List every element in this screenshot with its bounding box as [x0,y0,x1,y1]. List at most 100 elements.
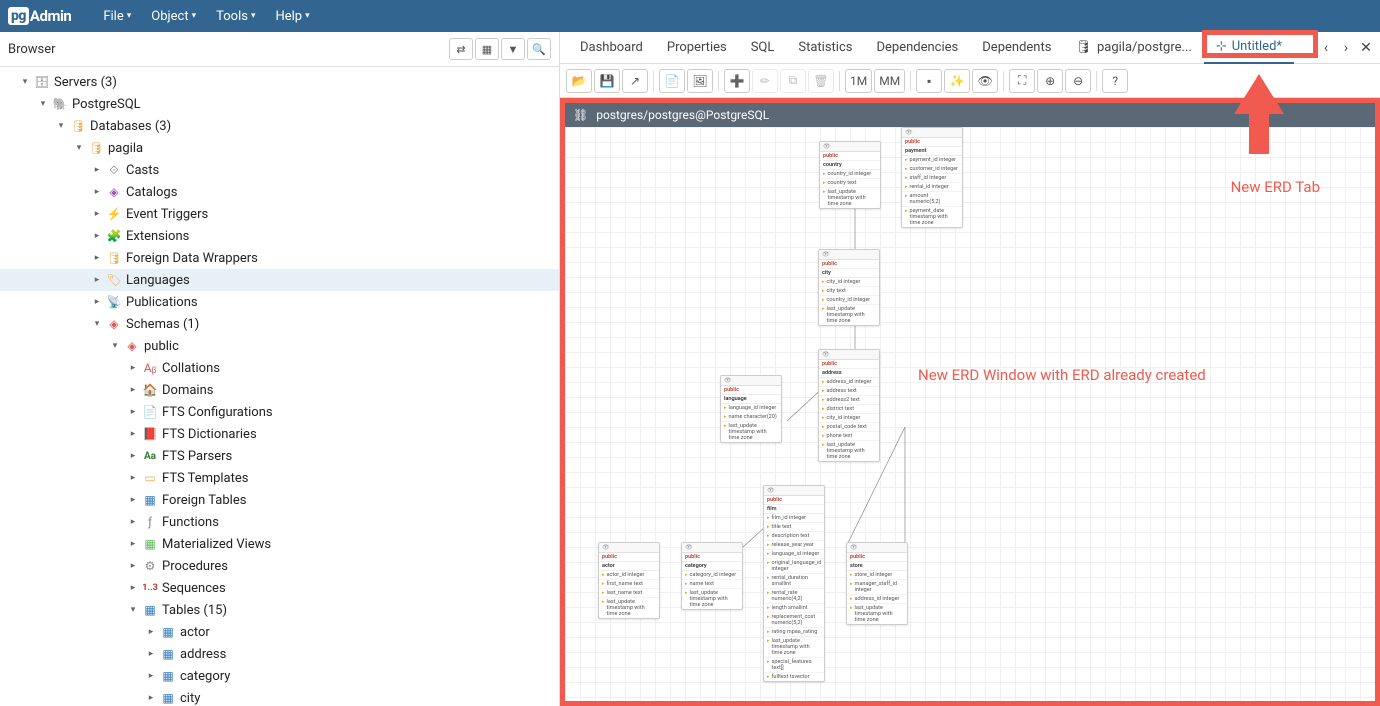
expand-icon[interactable]: ▸ [126,363,140,373]
expand-icon[interactable]: ▸ [90,165,104,175]
expand-icon[interactable]: ▸ [90,297,104,307]
tab-dependents[interactable]: Dependents [970,32,1063,64]
expand-icon[interactable]: ▸ [144,649,158,659]
tool-search-icon[interactable]: 🔍 [527,38,551,60]
expand-icon[interactable]: ▸ [90,275,104,285]
entity-payment[interactable]: 👁 public payment ▸payment_id integer ▸cu… [901,127,963,228]
sql-button[interactable]: 📄 [659,69,685,93]
tab-dashboard[interactable]: Dashboard [568,32,655,64]
tree-postgresql[interactable]: ▾🐘PostgreSQL [0,93,559,115]
tree-fdw[interactable]: ▸🛢Foreign Data Wrappers [0,247,559,269]
tree-event-triggers[interactable]: ▸⚡Event Triggers [0,203,559,225]
export-button[interactable]: ↗ [622,69,648,93]
expand-icon[interactable]: ▸ [126,517,140,527]
zoom-out-button[interactable]: ⊖ [1065,69,1091,93]
expand-icon[interactable]: ▸ [90,231,104,241]
tree-casts[interactable]: ▸⟐Casts [0,159,559,181]
disconnect-icon[interactable]: ⛓ [573,108,588,122]
collapse-icon[interactable]: ▾ [54,121,68,131]
tree-table-actor[interactable]: ▸▦actor [0,621,559,643]
tree-schemas[interactable]: ▾◈Schemas (1) [0,313,559,335]
expand-icon[interactable]: ▸ [126,583,140,593]
add-table-button[interactable]: ➕ [724,69,750,93]
tool-grid-icon[interactable]: ▦ [475,38,499,60]
expand-icon[interactable]: ▸ [126,539,140,549]
tree-mat-views[interactable]: ▸▦Materialized Views [0,533,559,555]
tree-procedures[interactable]: ▸⚙Procedures [0,555,559,577]
note-button[interactable]: ▪ [916,69,942,93]
one-to-many-button[interactable]: 1M [845,69,872,93]
expand-icon[interactable]: ▸ [144,693,158,703]
tree-foreign-tables[interactable]: ▸▦Foreign Tables [0,489,559,511]
expand-icon[interactable]: ▸ [90,187,104,197]
expand-icon[interactable]: ▸ [90,209,104,219]
expand-icon[interactable]: ▸ [90,253,104,263]
tab-close-icon[interactable]: ✕ [1356,36,1376,60]
entity-film[interactable]: 👁 public film ▸film_id integer ▸title te… [763,485,825,682]
entity-category[interactable]: 👁 public category ▸category_id integer ▸… [681,542,743,610]
collapse-icon[interactable]: ▾ [36,99,50,109]
image-button[interactable]: 🖼 [687,69,713,93]
expand-icon[interactable]: ▸ [126,407,140,417]
tab-next-icon[interactable]: › [1336,36,1356,60]
tree-servers[interactable]: ▾🗄Servers (3) [0,71,559,93]
tab-sql[interactable]: SQL [739,32,787,64]
tree-public[interactable]: ▾◈public [0,335,559,357]
expand-icon[interactable]: ▸ [144,627,158,637]
collapse-icon[interactable]: ▾ [72,143,86,153]
zoom-fit-button[interactable]: ⛶ [1009,69,1035,93]
help-button[interactable]: ? [1102,69,1128,93]
tree-pagila[interactable]: ▾🛢pagila [0,137,559,159]
tab-dependencies[interactable]: Dependencies [864,32,970,64]
tree-publications[interactable]: ▸📡Publications [0,291,559,313]
menu-object[interactable]: Object▾ [143,5,204,28]
tree-collations[interactable]: ▸AᵦCollations [0,357,559,379]
tree-databases[interactable]: ▾🛢Databases (3) [0,115,559,137]
edit-button[interactable]: ✏ [752,69,778,93]
tool-filter-icon[interactable]: ▼ [501,38,525,60]
entity-country[interactable]: 👁 public country ▸country_id integer ▸co… [819,141,881,209]
tree-functions[interactable]: ▸ƒFunctions [0,511,559,533]
expand-icon[interactable]: ▸ [126,451,140,461]
menu-help[interactable]: Help▾ [267,5,317,28]
delete-button[interactable]: 🗑 [808,69,834,93]
tree-domains[interactable]: ▸🏠Domains [0,379,559,401]
save-button[interactable]: 💾 [594,69,620,93]
zoom-in-button[interactable]: ⊕ [1037,69,1063,93]
menu-tools[interactable]: Tools▾ [208,5,263,28]
erd-canvas[interactable]: 👁 public country ▸country_id integer ▸co… [565,127,1375,701]
tree-fts-templates[interactable]: ▸▭FTS Templates [0,467,559,489]
expand-icon[interactable]: ▸ [144,671,158,681]
entity-language[interactable]: 👁 public language ▸language_id integer ▸… [720,375,782,443]
entity-address[interactable]: 👁 public address ▸address_id integer ▸ad… [818,349,880,462]
tab-prev-icon[interactable]: ‹ [1316,36,1336,60]
expand-icon[interactable]: ▸ [126,495,140,505]
expand-icon[interactable]: ▸ [126,473,140,483]
entity-actor[interactable]: 👁 public actor ▸actor_id integer ▸first_… [598,542,660,619]
expand-icon[interactable]: ▸ [126,561,140,571]
entity-store[interactable]: 👁 public store ▸store_id integer ▸manage… [846,542,908,625]
show-details-button[interactable]: 👁 [972,69,998,93]
tree-catalogs[interactable]: ▸◈Catalogs [0,181,559,203]
tree-fts-conf[interactable]: ▸📄FTS Configurations [0,401,559,423]
tree-fts-dict[interactable]: ▸📕FTS Dictionaries [0,423,559,445]
collapse-icon[interactable]: ▾ [90,319,104,329]
tree-table-category[interactable]: ▸▦category [0,665,559,687]
tree-table-address[interactable]: ▸▦address [0,643,559,665]
tab-properties[interactable]: Properties [655,32,739,64]
menu-file[interactable]: File▾ [95,5,139,28]
tab-statistics[interactable]: Statistics [786,32,864,64]
auto-align-button[interactable]: ✨ [944,69,970,93]
expand-icon[interactable]: ▸ [126,385,140,395]
tree-table-city[interactable]: ▸▦city [0,687,559,706]
tab-pagila[interactable]: 🛢pagila/postgre... [1063,32,1203,64]
tool-tree-icon[interactable]: ⇄ [449,38,473,60]
tree-tables[interactable]: ▾▦Tables (15) [0,599,559,621]
tree-sequences[interactable]: ▸1..3Sequences [0,577,559,599]
collapse-icon[interactable]: ▾ [18,77,32,87]
collapse-icon[interactable]: ▾ [108,341,122,351]
open-file-button[interactable]: 📂 [566,69,592,93]
clone-button[interactable]: ⧉ [780,69,806,93]
tree-extensions[interactable]: ▸🧩Extensions [0,225,559,247]
many-to-many-button[interactable]: MM [874,69,905,93]
